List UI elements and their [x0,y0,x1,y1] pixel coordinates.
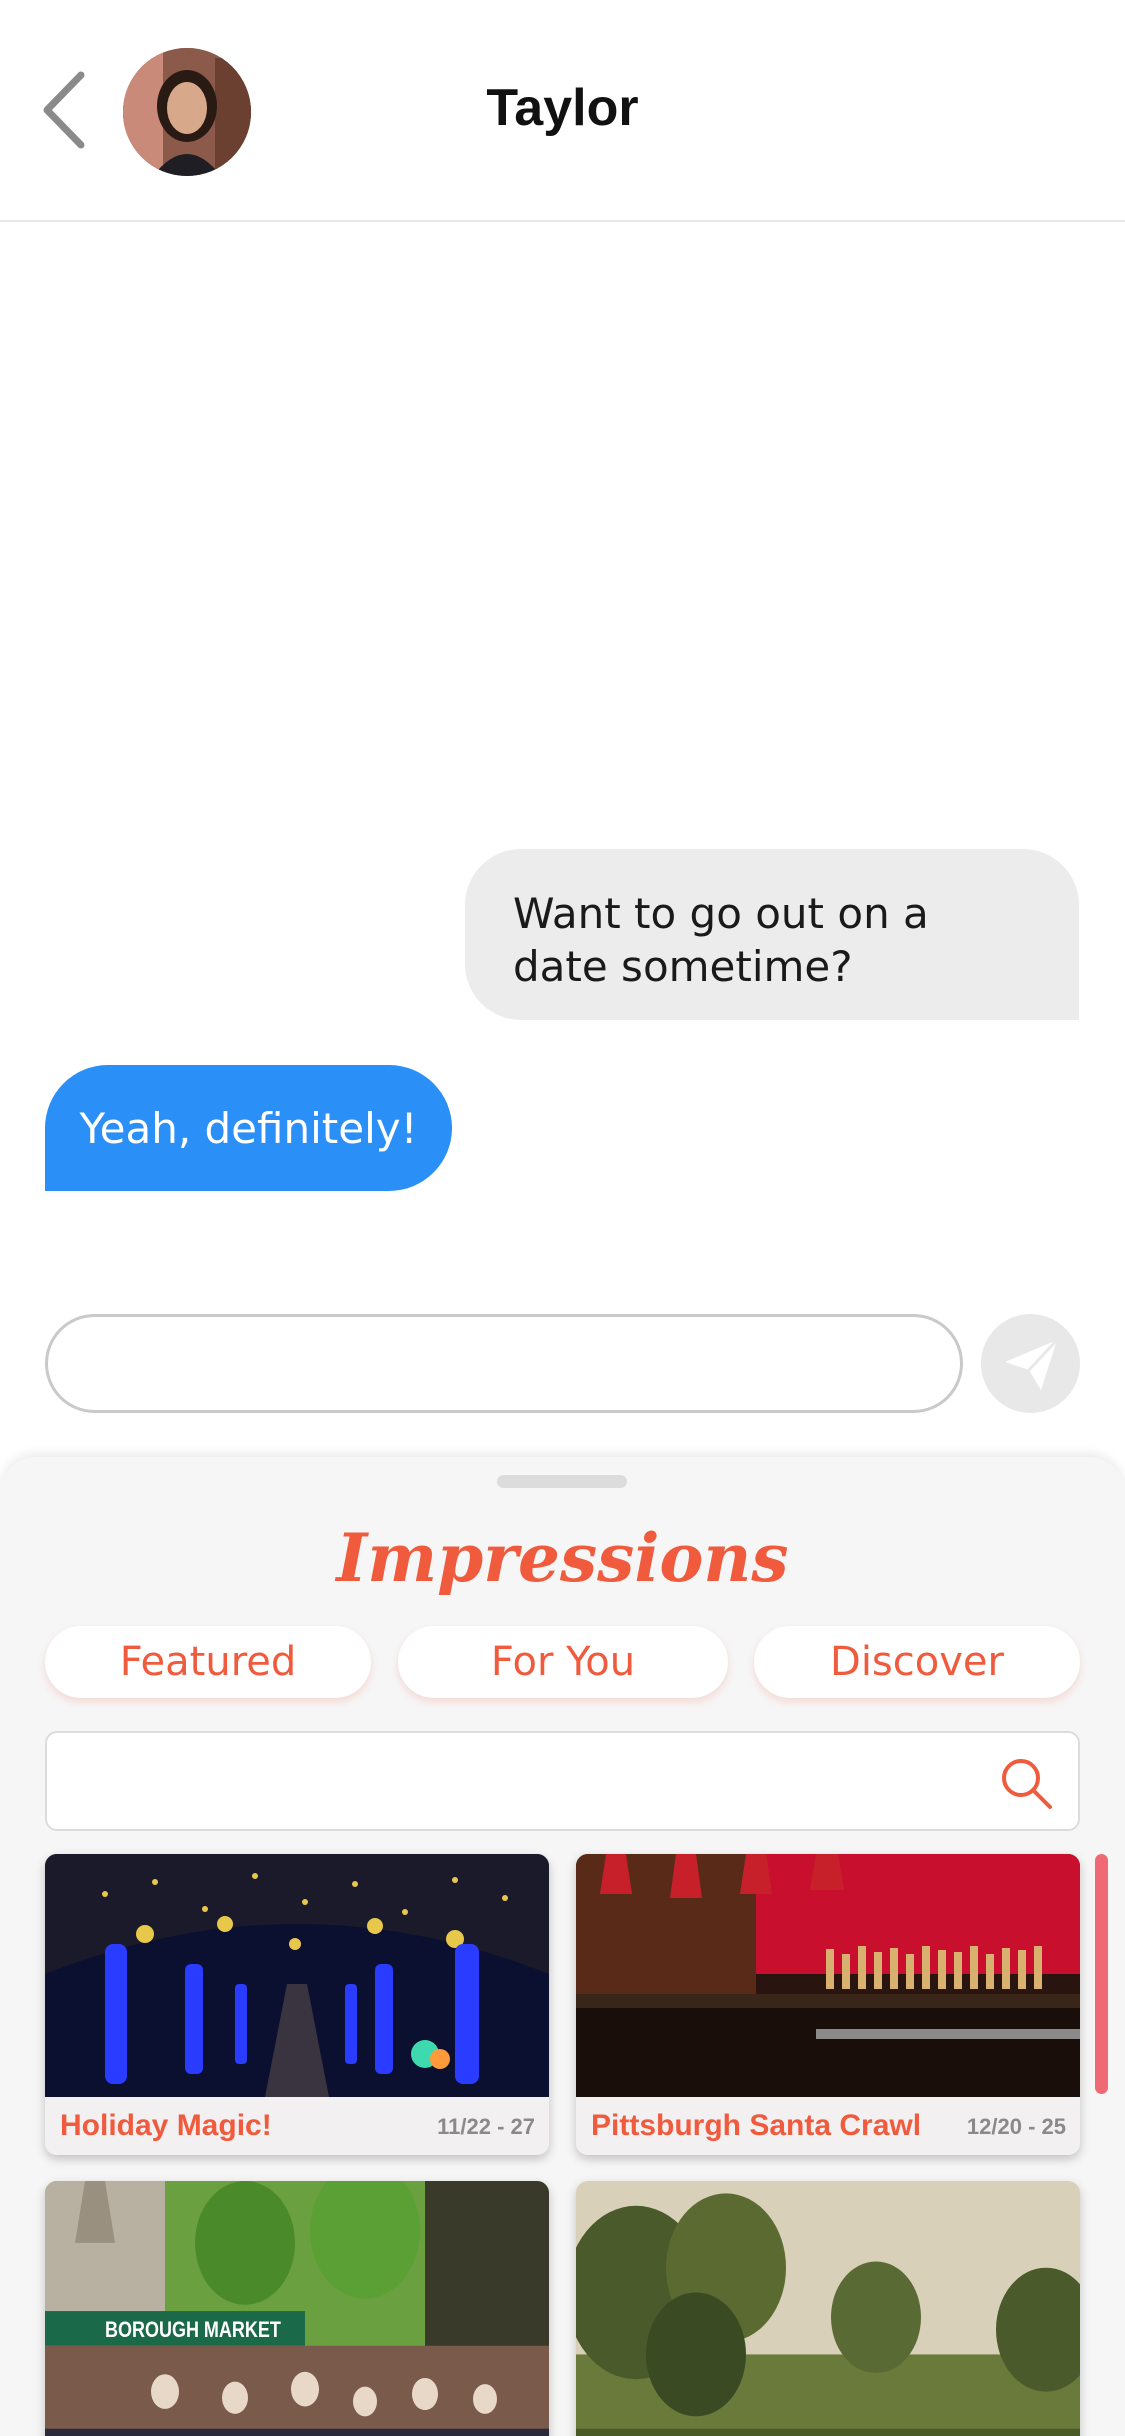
sheet-grab-handle[interactable] [497,1475,627,1488]
received-message-bubble: Yeah, definitely! [45,1065,452,1191]
event-card[interactable]: Pittsburgh Santa Crawl 12/20 - 25 [576,1854,1080,2155]
market-sign-text: BOROUGH MARKET [105,2318,281,2342]
chat-header: Taylor [0,0,1125,222]
event-image-park [576,2181,1080,2436]
scroll-indicator[interactable] [1095,1854,1108,2094]
event-image-bar [576,1854,1080,2097]
card-footer: Holiday Magic! 11/22 - 27 [45,2097,549,2155]
card-date: 11/22 - 27 [437,2114,535,2139]
tab-for-you[interactable]: For You [398,1626,728,1698]
event-card[interactable] [576,2181,1080,2436]
event-image-holiday-lights [45,1854,549,2097]
contact-name: Taylor [486,79,639,137]
tab-featured[interactable]: Featured [45,1626,371,1698]
card-title: Holiday Magic! [60,2109,272,2142]
brand-logo-text: Impressions [336,1519,789,1597]
send-button[interactable] [981,1314,1080,1413]
search-input[interactable] [63,1733,993,1829]
event-image-market: BOROUGH MARKET [45,2181,549,2436]
card-date: 12/20 - 25 [966,2114,1066,2139]
event-card[interactable]: BOROUGH MARKET [45,2181,549,2436]
tab-discover[interactable]: Discover [754,1626,1080,1698]
sent-message-bubble: Want to go out on a date sometime? [465,849,1079,1020]
chat-screen: Taylor Want to go out on a date sometime… [0,0,1125,2436]
impressions-sheet: Impressions Featured For You Discover Ho… [0,1457,1125,2436]
card-title: Pittsburgh Santa Crawl [591,2109,922,2142]
event-card[interactable]: Holiday Magic! 11/22 - 27 [45,1854,549,2155]
card-footer: Pittsburgh Santa Crawl 12/20 - 25 [576,2097,1080,2155]
paper-plane-icon [1004,1338,1058,1390]
search-bar [45,1731,1080,1831]
search-icon[interactable] [996,1753,1056,1813]
message-input[interactable] [45,1314,963,1413]
